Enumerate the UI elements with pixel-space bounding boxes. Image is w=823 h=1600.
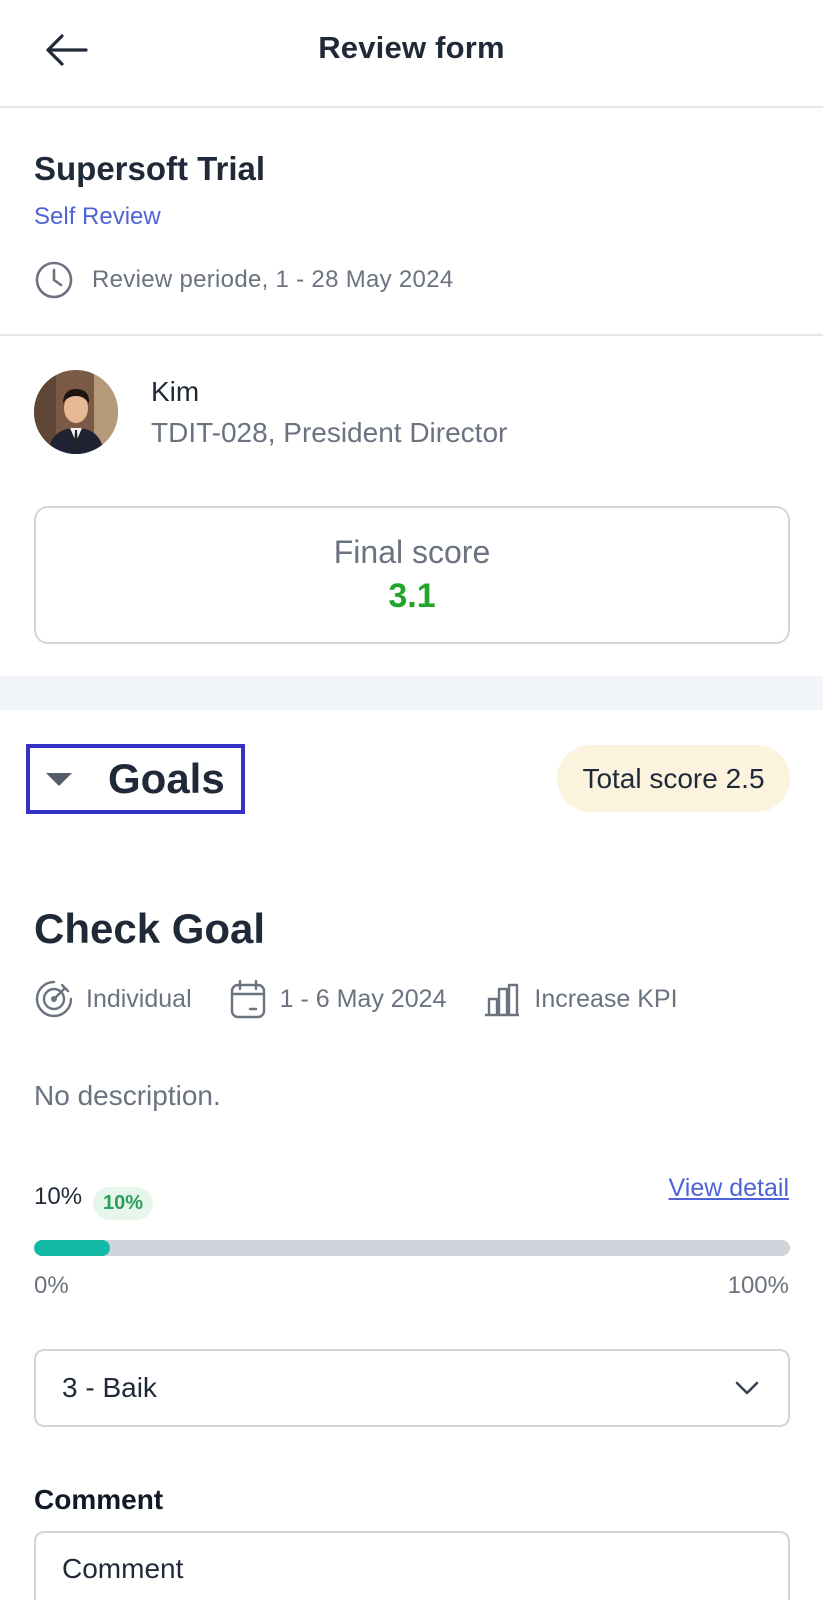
review-type-label: Self Review — [34, 203, 161, 230]
rating-selected-value: 3 - Baik — [62, 1372, 157, 1403]
bar-chart-icon — [485, 983, 520, 1017]
final-score-card: Final score 3.1 — [34, 506, 790, 644]
section-divider — [0, 676, 823, 710]
final-score-label: Final score — [333, 534, 491, 570]
goals-section-toggle[interactable]: Goals — [26, 744, 245, 814]
goal-kpi-text: Increase KPI — [534, 984, 678, 1013]
review-period: Review periode, 1 - 28 May 2024 — [34, 260, 454, 300]
progress-badge: 10% — [93, 1187, 154, 1220]
goal-kpi: Increase KPI — [482, 979, 678, 1019]
progress-min-label: 0% — [34, 1272, 69, 1299]
progress-value: 10% — [34, 1183, 83, 1210]
rating-select[interactable]: 3 - Baik — [34, 1349, 790, 1427]
calendar-icon — [230, 979, 265, 1019]
progress-bar — [34, 1240, 790, 1256]
total-score-badge: Total score 2.5 — [557, 745, 790, 812]
chevron-down-icon — [735, 1381, 759, 1395]
page-title: Review form — [318, 30, 505, 65]
comment-input[interactable] — [34, 1531, 790, 1600]
progress-bar-fill — [34, 1240, 110, 1256]
review-form-title: Supersoft Trial — [34, 150, 266, 187]
clock-icon — [35, 261, 73, 299]
goal-title: Check Goal — [34, 905, 266, 952]
caret-down-icon — [46, 772, 72, 786]
goal-description: No description. — [34, 1080, 221, 1111]
comment-label: Comment — [34, 1484, 164, 1515]
goal-meta: Individual 1 - 6 May 2024 Increase KPI — [34, 979, 678, 1019]
target-icon — [35, 980, 73, 1018]
employee-section: Kim TDIT-028, President Director Final s… — [0, 336, 823, 676]
review-info-section: Supersoft Trial Self Review Review perio… — [0, 108, 823, 336]
employee-name: Kim — [151, 376, 200, 407]
goals-section-title: Goals — [108, 755, 225, 802]
app-header: Review form — [0, 0, 823, 108]
avatar — [34, 370, 118, 454]
progress-max-label: 100% — [727, 1272, 789, 1299]
goal-dates-text: 1 - 6 May 2024 — [279, 984, 447, 1013]
view-detail-link[interactable]: View detail — [669, 1174, 789, 1203]
employee-role: TDIT-028, President Director — [151, 417, 508, 448]
goal-type: Individual — [34, 979, 192, 1019]
goal-dates: 1 - 6 May 2024 — [228, 979, 447, 1019]
final-score-value: 3.1 — [388, 577, 436, 615]
review-period-text: Review periode, 1 - 28 May 2024 — [92, 266, 454, 293]
goal-type-text: Individual — [86, 984, 192, 1013]
